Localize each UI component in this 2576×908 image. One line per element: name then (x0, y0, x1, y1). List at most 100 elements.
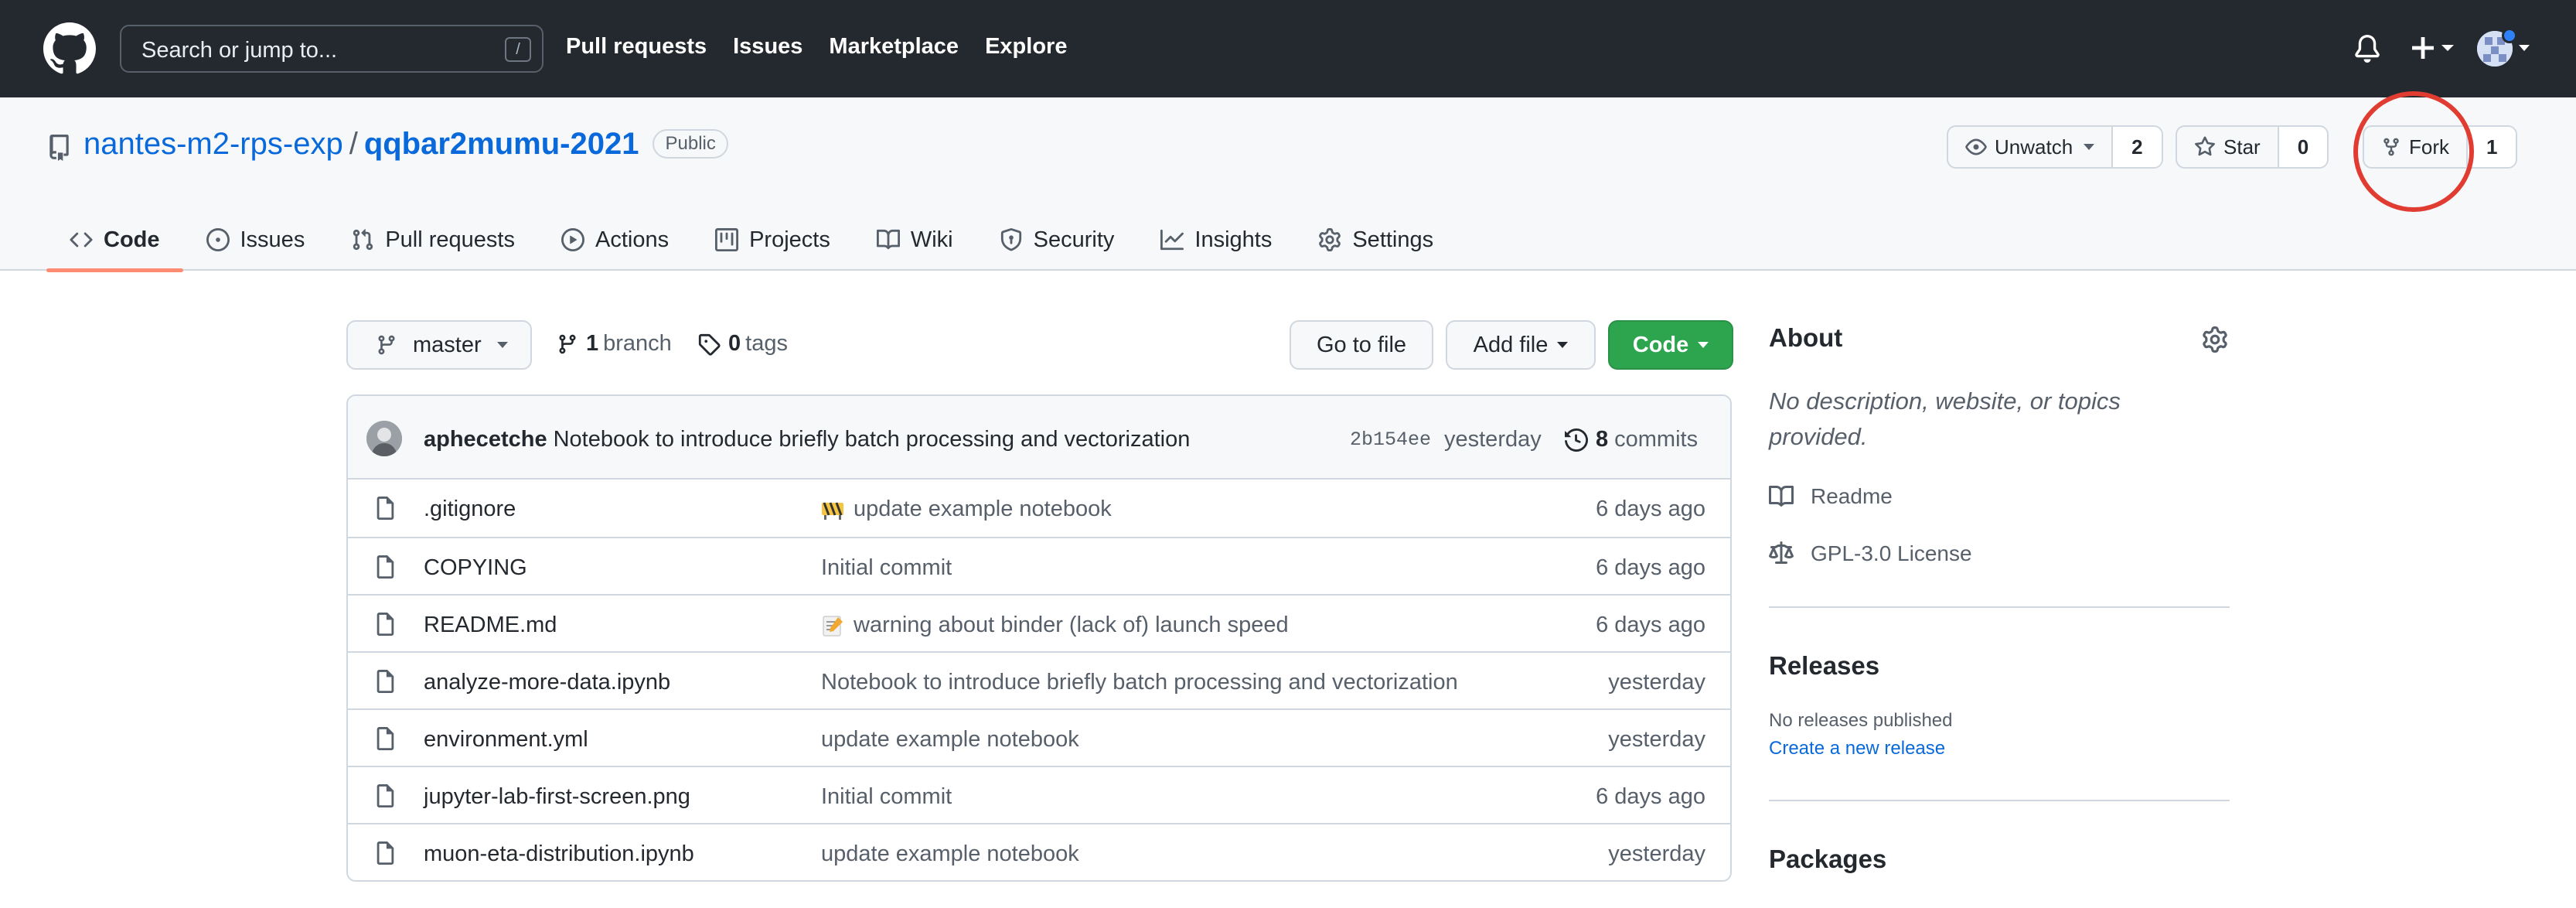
file-row: analyze-more-data.ipynb Notebook to intr… (348, 651, 1730, 708)
tab-actions[interactable]: Actions (538, 209, 692, 271)
commit-message[interactable]: Notebook to introduce briefly batch proc… (554, 427, 1191, 452)
create-new-plus-icon[interactable] (2411, 34, 2457, 63)
file-age: 6 days ago (1596, 497, 1705, 521)
star-icon (2195, 136, 2215, 156)
file-name-link[interactable]: muon-eta-distribution.ipynb (424, 841, 694, 867)
go-to-file-button[interactable]: Go to file (1290, 320, 1433, 370)
stars-count[interactable]: 0 (2277, 127, 2328, 167)
nav-marketplace[interactable]: Marketplace (829, 34, 959, 60)
repo-owner-link[interactable]: nantes-m2-rps-exp (83, 127, 343, 161)
commit-author-avatar[interactable] (366, 421, 402, 456)
branch-icon (559, 334, 576, 353)
file-age: yesterday (1608, 727, 1705, 752)
highlight-annotation-circle (2353, 91, 2474, 212)
file-commit-message-text: update example notebook (854, 497, 1112, 521)
watchers-count[interactable]: 2 (2111, 127, 2162, 167)
github-logo-icon[interactable] (43, 22, 96, 75)
chevron-down-icon (2084, 144, 2095, 150)
chevron-down-icon[interactable] (2519, 45, 2530, 51)
file-commit-message-text: warning about binder (lack of) launch sp… (854, 613, 1289, 637)
file-commit-message[interactable]: Notebook to introduce briefly batch proc… (821, 670, 1458, 695)
about-description: No description, website, or topics provi… (1769, 387, 2121, 450)
nav-issues[interactable]: Issues (733, 34, 802, 60)
unwatch-button[interactable]: Unwatch (1948, 127, 2111, 167)
divider (1769, 606, 2230, 608)
latest-commit-bar: aphecetche Notebook to introduce briefly … (348, 396, 1730, 480)
code-button-label: Code (1632, 332, 1689, 357)
global-header: Search or jump to... / Pull requests Iss… (0, 0, 2576, 97)
file-icon (377, 497, 394, 520)
commit-summary: aphecetche Notebook to introduce briefly … (424, 427, 1190, 452)
file-icon (377, 613, 394, 636)
packages-heading[interactable]: Packages (1769, 845, 1886, 874)
file-age: 6 days ago (1596, 613, 1705, 637)
file-commit-message[interactable]: Initial commit (821, 555, 952, 581)
file-icon (377, 841, 394, 865)
file-commit-message[interactable]: Initial commit (821, 784, 952, 810)
tab-label: Issues (240, 227, 305, 252)
tab-label: Projects (749, 227, 830, 252)
file-name-link[interactable]: .gitignore (424, 497, 516, 522)
file-row: environment.yml update example notebook … (348, 708, 1730, 766)
tab-code[interactable]: Code (46, 209, 183, 272)
commit-sha[interactable]: 2b154ee (1350, 428, 1431, 451)
nav-explore[interactable]: Explore (985, 34, 1067, 60)
tags-link[interactable]: 0 tags (697, 331, 788, 357)
file-name-link[interactable]: README.md (424, 613, 557, 638)
create-release-link[interactable]: Create a new release (1769, 738, 1945, 760)
branch-count-label: branch (603, 331, 672, 356)
commit-author[interactable]: aphecetche (424, 427, 547, 452)
tab-settings[interactable]: Settings (1295, 209, 1457, 271)
tab-projects[interactable]: Projects (692, 209, 854, 271)
code-icon (70, 232, 93, 247)
file-row: jupyter-lab-first-screen.png Initial com… (348, 766, 1730, 823)
tab-insights[interactable]: Insights (1137, 209, 1295, 271)
pull-request-icon (353, 229, 373, 251)
branch-name: master (413, 332, 482, 357)
file-row: muon-eta-distribution.ipynb update examp… (348, 823, 1730, 880)
gear-icon[interactable] (2202, 326, 2228, 353)
tab-security[interactable]: Security (976, 209, 1138, 271)
commits-link[interactable]: 8 commits (1565, 427, 1698, 452)
book-icon (876, 229, 900, 250)
play-icon (561, 228, 584, 251)
readme-link[interactable]: Readme (1769, 484, 1893, 509)
file-commit-message[interactable]: warning about binder (lack of) launch sp… (821, 613, 1289, 638)
commit-count-label: commits (1614, 427, 1699, 452)
releases-heading[interactable]: Releases (1769, 651, 1879, 681)
star-button[interactable]: Star (2177, 127, 2278, 167)
nav-pull-requests[interactable]: Pull requests (566, 34, 707, 60)
star-button-group: Star 0 (2176, 125, 2329, 169)
add-file-button[interactable]: Add file (1446, 320, 1596, 370)
history-icon (1565, 428, 1588, 452)
file-name-link[interactable]: COPYING (424, 555, 527, 581)
project-icon (715, 228, 739, 251)
branch-selector-button[interactable]: master (346, 320, 532, 370)
search-placeholder: Search or jump to... (141, 38, 338, 63)
file-name-link[interactable]: jupyter-lab-first-screen.png (424, 784, 690, 810)
file-commit-message[interactable]: update example notebook (821, 727, 1079, 753)
tag-count-label: tags (745, 331, 788, 356)
no-releases-text: No releases published (1769, 710, 1953, 731)
search-shortcut-key: / (505, 37, 531, 62)
chevron-down-icon (1698, 342, 1709, 348)
repo-name-link[interactable]: qqbar2mumu-2021 (364, 127, 639, 161)
file-name-link[interactable]: environment.yml (424, 727, 588, 753)
file-commit-message[interactable]: update example notebook (821, 841, 1079, 867)
tab-label: Code (104, 227, 160, 252)
notification-bell-icon[interactable] (2353, 34, 2381, 63)
tab-label: Insights (1194, 227, 1273, 252)
tab-issues[interactable]: Issues (183, 209, 329, 271)
tab-pull-requests[interactable]: Pull requests (328, 209, 538, 271)
license-link[interactable]: GPL-3.0 License (1769, 541, 1972, 566)
file-icon (377, 670, 394, 693)
code-button[interactable]: Code (1608, 320, 1733, 370)
file-name-link[interactable]: analyze-more-data.ipynb (424, 670, 670, 695)
watch-button-group: Unwatch 2 (1947, 125, 2163, 169)
search-input[interactable]: Search or jump to... / (120, 25, 543, 73)
file-icon (377, 727, 394, 750)
file-commit-message[interactable]: update example notebook (821, 497, 1112, 522)
branches-link[interactable]: 1 branch (557, 331, 672, 357)
tab-wiki[interactable]: Wiki (854, 209, 976, 271)
branch-count: 1 (586, 331, 599, 356)
